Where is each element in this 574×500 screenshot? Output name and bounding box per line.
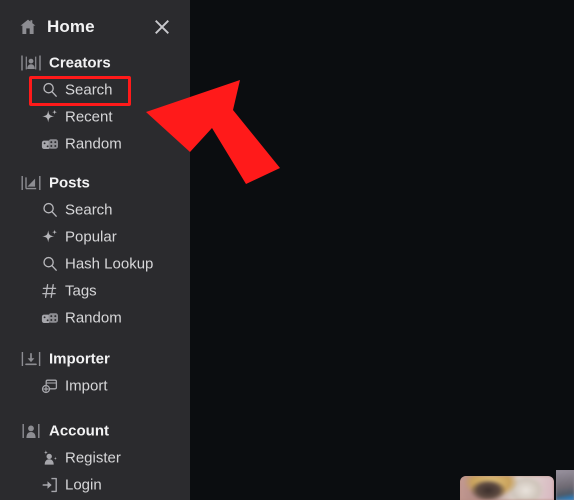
sidebar-group-importer: Importer Import (0, 345, 190, 399)
magnifier-icon (41, 201, 59, 219)
house-icon (18, 17, 38, 37)
sidebar-item-label: Tags (65, 282, 97, 299)
close-icon[interactable] (150, 15, 174, 39)
sidebar-item-account-login[interactable]: Login (0, 471, 190, 498)
image-thumbnail[interactable] (460, 476, 554, 500)
sidebar-group-posts: Posts Search Popular Hash Lookup Tags Ra… (0, 169, 190, 331)
sidebar-item-label: Register (65, 449, 121, 466)
dice-icon (41, 135, 59, 153)
sidebar-item-account-register[interactable]: Register (0, 444, 190, 471)
sidebar-group-creators: Creators Search Recent Random (0, 49, 190, 157)
sidebar-group-label: Posts (49, 174, 90, 191)
person-add-icon (41, 449, 59, 467)
person-icon (20, 422, 42, 440)
add-window-icon (41, 377, 59, 395)
sidebar-item-label: Import (65, 377, 108, 394)
sidebar-item-label: Hash Lookup (65, 255, 154, 272)
sidebar-item-importer-import[interactable]: Import (0, 372, 190, 399)
sidebar-item-posts-popular[interactable]: Popular (0, 223, 190, 250)
sparkle-icon (41, 228, 59, 246)
import-arrow-icon (20, 350, 42, 368)
image-thumbnail[interactable] (556, 470, 574, 500)
magnifier-icon (41, 81, 59, 99)
sidebar-item-label: Random (65, 135, 122, 152)
sidebar-item-creators-random[interactable]: Random (0, 130, 190, 157)
home-label: Home (47, 17, 95, 36)
sidebar-group-account: Account Register Login (0, 417, 190, 498)
sidebar-group-header-posts[interactable]: Posts (0, 169, 190, 196)
sparkle-icon (41, 108, 59, 126)
thumbnail-image (460, 476, 554, 500)
sidebar-item-label: Recent (65, 108, 113, 125)
sidebar-group-label: Importer (49, 350, 110, 367)
sidebar-item-posts-search[interactable]: Search (0, 196, 190, 223)
sidebar-item-posts-hash-lookup[interactable]: Hash Lookup (0, 250, 190, 277)
sidebar-item-label: Popular (65, 228, 117, 245)
sidebar-group-header-importer[interactable]: Importer (0, 345, 190, 372)
main-content-area (190, 0, 574, 500)
sidebar-group-header-account[interactable]: Account (0, 417, 190, 444)
sidebar-item-creators-search[interactable]: Search (0, 76, 190, 103)
posts-chart-icon (20, 174, 42, 192)
app-window: Home Creators Search Recent Random Posts… (0, 0, 574, 500)
dice-icon (41, 309, 59, 327)
sidebar-group-label: Account (49, 422, 109, 439)
sidebar-item-creators-recent[interactable]: Recent (0, 103, 190, 130)
sidebar-item-posts-random[interactable]: Random (0, 304, 190, 331)
sidebar-item-posts-tags[interactable]: Tags (0, 277, 190, 304)
creators-portrait-icon (20, 54, 42, 72)
hash-icon (41, 282, 59, 300)
sidebar-item-label: Search (65, 81, 113, 98)
sidebar-group-label: Creators (49, 54, 111, 71)
sidebar-header: Home (0, 11, 190, 43)
thumbnail-image (556, 470, 574, 500)
login-door-icon (41, 476, 59, 494)
sidebar-item-label: Search (65, 201, 113, 218)
sidebar-group-header-creators[interactable]: Creators (0, 49, 190, 76)
sidebar: Home Creators Search Recent Random Posts… (0, 0, 190, 500)
sidebar-item-label: Login (65, 476, 102, 493)
magnifier-icon (41, 255, 59, 273)
sidebar-item-label: Random (65, 309, 122, 326)
